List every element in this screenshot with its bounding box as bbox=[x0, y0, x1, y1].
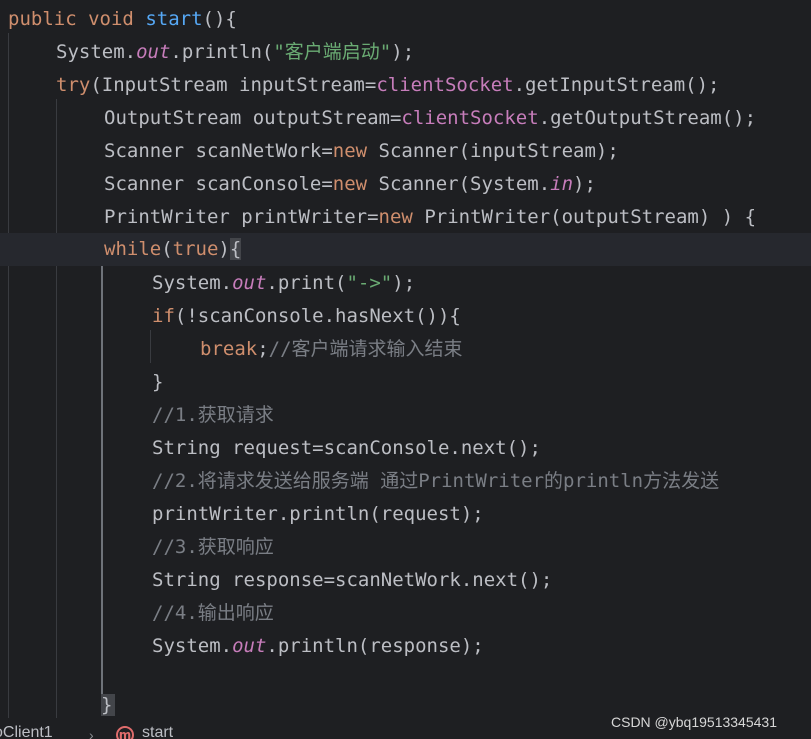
keyword: if bbox=[152, 305, 175, 327]
static-field: out bbox=[232, 272, 267, 294]
string-literal: "客户端启动" bbox=[273, 41, 392, 63]
code-line[interactable]: try(InputStream inputStream=clientSocket… bbox=[56, 69, 720, 102]
code-line[interactable]: OutputStream outputStream=clientSocket.g… bbox=[104, 102, 756, 135]
code-line[interactable]: PrintWriter printWriter=new PrintWriter(… bbox=[104, 201, 756, 234]
code-line[interactable]: Scanner scanConsole=new Scanner(System.i… bbox=[104, 168, 596, 201]
static-field: in bbox=[550, 173, 574, 195]
breadcrumb-class[interactable]: oClient1 bbox=[0, 722, 53, 739]
code-text: .getOutputStream(); bbox=[538, 107, 757, 129]
breadcrumb-method[interactable]: start bbox=[142, 722, 173, 739]
comment: //4.输出响应 bbox=[152, 602, 274, 624]
keyword: new bbox=[332, 140, 368, 162]
chevron-right-icon: › bbox=[89, 727, 94, 739]
code-text: OutputStream outputStream= bbox=[104, 107, 402, 129]
code-text: Scanner scanConsole= bbox=[104, 173, 333, 195]
code-text: System. bbox=[152, 272, 233, 294]
code-text: } bbox=[152, 371, 164, 393]
code-text: ( bbox=[161, 238, 173, 260]
code-text: Scanner(System. bbox=[367, 173, 551, 195]
matched-brace: { bbox=[229, 238, 242, 260]
code-text: PrintWriter(outputStream) ) { bbox=[412, 206, 757, 228]
method-icon: m bbox=[116, 726, 134, 739]
indent-guide-active bbox=[101, 264, 103, 694]
string-literal: "->" bbox=[346, 272, 393, 294]
code-line[interactable]: printWriter.println(request); bbox=[152, 498, 484, 531]
keyword: break bbox=[200, 338, 258, 360]
code-line[interactable]: if(!scanConsole.hasNext()){ bbox=[152, 300, 461, 333]
code-line[interactable]: String response=scanNetWork.next(); bbox=[152, 564, 552, 597]
keyword: public bbox=[8, 8, 77, 30]
code-text: System. bbox=[152, 635, 233, 657]
keyword: new bbox=[332, 173, 368, 195]
code-text: Scanner scanNetWork= bbox=[104, 140, 333, 162]
code-line[interactable]: String request=scanConsole.next(); bbox=[152, 432, 541, 465]
method-name: start bbox=[145, 8, 203, 30]
indent-guide bbox=[56, 99, 57, 718]
code-text: ); bbox=[391, 41, 415, 63]
code-text: ; bbox=[257, 338, 269, 360]
keyword: while bbox=[104, 238, 162, 260]
comment: //3.获取响应 bbox=[152, 536, 274, 558]
code-text: ); bbox=[392, 272, 416, 294]
code-text: .print( bbox=[266, 272, 347, 294]
code-text: .println(response); bbox=[266, 635, 484, 657]
closing-brace: } bbox=[101, 694, 115, 716]
code-text: PrintWriter printWriter= bbox=[104, 206, 379, 228]
keyword: true bbox=[172, 238, 219, 260]
code-line[interactable]: break;//客户端请求输入结束 bbox=[200, 333, 463, 366]
comment: //1.获取请求 bbox=[152, 404, 274, 426]
indent-guide bbox=[8, 33, 9, 718]
code-line[interactable]: Scanner scanNetWork=new Scanner(inputStr… bbox=[104, 135, 619, 168]
code-text: .println( bbox=[170, 41, 274, 63]
code-text: (InputStream inputStream= bbox=[90, 74, 377, 96]
code-line[interactable]: } bbox=[152, 366, 163, 399]
code-line[interactable]: System.out.print("->"); bbox=[152, 267, 415, 300]
code-line[interactable]: System.out.println("客户端启动"); bbox=[56, 36, 414, 69]
code-editor[interactable]: public void start(){ System.out.println(… bbox=[0, 0, 811, 739]
code-text: System. bbox=[56, 41, 137, 63]
code-text: ) bbox=[218, 238, 230, 260]
code-text: Scanner(inputStream); bbox=[367, 140, 619, 162]
code-text: String request=scanConsole.next(); bbox=[152, 437, 541, 459]
code-line[interactable]: //1.获取请求 bbox=[152, 399, 274, 432]
code-line[interactable]: //4.输出响应 bbox=[152, 597, 274, 630]
static-field: out bbox=[136, 41, 171, 63]
code-text: .getInputStream(); bbox=[513, 74, 720, 96]
code-text: (){ bbox=[202, 8, 237, 30]
code-text: String response=scanNetWork.next(); bbox=[152, 569, 553, 591]
static-field: out bbox=[232, 635, 267, 657]
field-name: clientSocket bbox=[376, 74, 514, 96]
comment: //客户端请求输入结束 bbox=[268, 338, 463, 360]
code-line[interactable]: //3.获取响应 bbox=[152, 531, 274, 564]
keyword: void bbox=[88, 8, 134, 30]
keyword: new bbox=[378, 206, 413, 228]
field-name: clientSocket bbox=[401, 107, 539, 129]
code-text: ); bbox=[573, 173, 596, 195]
comment: //2.将请求发送给服务端 通过PrintWriter的println方法发送 bbox=[152, 470, 720, 492]
keyword: try bbox=[56, 74, 91, 96]
indent-guide bbox=[150, 330, 151, 363]
code-line[interactable]: public void start(){ bbox=[8, 3, 237, 36]
code-line-current[interactable]: while(true){ bbox=[0, 233, 811, 266]
code-text: printWriter.println(request); bbox=[152, 503, 484, 525]
code-line[interactable]: System.out.println(response); bbox=[152, 630, 484, 663]
watermark: CSDN @ybq19513345431 bbox=[611, 714, 777, 730]
code-text: (!scanConsole.hasNext()){ bbox=[174, 305, 461, 327]
code-line[interactable]: //2.将请求发送给服务端 通过PrintWriter的println方法发送 bbox=[152, 465, 719, 498]
